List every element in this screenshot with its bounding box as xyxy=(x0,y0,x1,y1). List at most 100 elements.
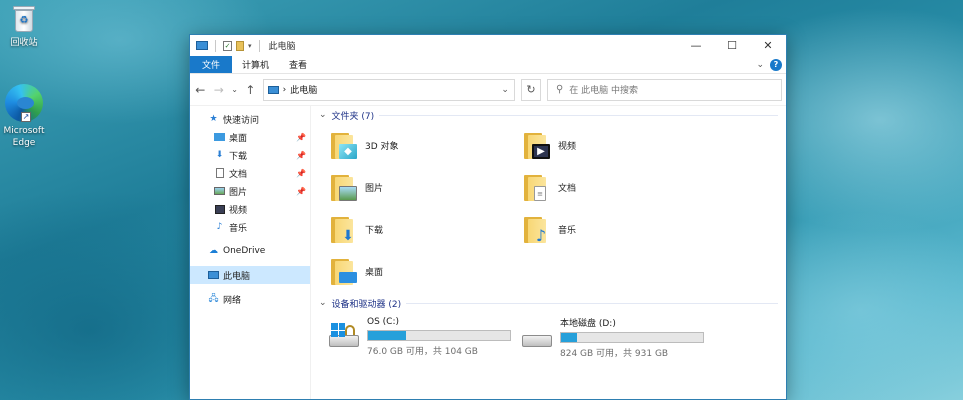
drive-size-text: 824 GB 可用，共 931 GB xyxy=(560,348,669,359)
drive-size-text: 76.0 GB 可用，共 104 GB xyxy=(367,347,478,357)
minimize-button[interactable]: — xyxy=(678,35,714,56)
explorer-window: ✓ ▾ 此电脑 — ☐ ✕ 文件 计算机 查看 ⌄ ? ← → ⌄ ↑ › 此电… xyxy=(189,34,787,400)
nav-item-documents[interactable]: 文档 📌 xyxy=(190,164,310,182)
folder-label: 视频 xyxy=(558,141,577,152)
window-title: 此电脑 xyxy=(268,42,296,52)
system-drive-icon xyxy=(329,323,361,351)
nav-label: 网络 xyxy=(223,295,242,306)
drive-label: 本地磁盘 (D:) xyxy=(560,318,616,329)
nav-quick-access[interactable]: ★ 快速访问 xyxy=(190,110,310,128)
tab-view[interactable]: 查看 xyxy=(279,56,317,73)
network-icon: 🖧 xyxy=(208,294,219,304)
nav-item-videos[interactable]: 视频 xyxy=(190,200,310,218)
drive-item-d[interactable]: 本地磁盘 (D:) 824 GB 可用，共 931 GB xyxy=(522,316,715,359)
folder-item-downloads[interactable]: ⬇ 下载 xyxy=(329,208,522,250)
pin-icon: 📌 xyxy=(296,186,306,196)
search-icon: ⚲ xyxy=(555,84,564,95)
nav-item-desktop[interactable]: 桌面 📌 xyxy=(190,128,310,146)
folder-item-music[interactable]: ♪ 音乐 xyxy=(522,208,715,250)
title-bar[interactable]: ✓ ▾ 此电脑 — ☐ ✕ xyxy=(190,35,786,56)
nav-network[interactable]: 🖧 网络 xyxy=(190,290,310,308)
tab-computer[interactable]: 计算机 xyxy=(232,56,279,73)
folder-item-pictures[interactable]: 图片 xyxy=(329,166,522,208)
drive-usage-fill xyxy=(561,332,577,342)
pc-icon xyxy=(196,41,208,50)
shortcut-arrow-icon: ↗ xyxy=(21,112,31,122)
folder-item-desktop[interactable]: 桌面 xyxy=(329,250,522,292)
maximize-button[interactable]: ☐ xyxy=(714,35,750,56)
document-icon xyxy=(214,168,225,179)
desktop-icon xyxy=(214,132,225,143)
refresh-button[interactable]: ↻ xyxy=(521,78,541,101)
collapse-chevron-icon: ⌄ xyxy=(319,298,327,308)
nav-this-pc[interactable]: 此电脑 xyxy=(190,266,310,284)
drive-usage-fill xyxy=(368,331,407,340)
folders-grid: ◆ 3D 对象 ▶ 视频 图片 ≡ 文档 ⬇ 下载 ♪ 音乐 桌面 xyxy=(317,124,786,292)
folder-label: 音乐 xyxy=(558,225,577,236)
quick-access-toolbar: ✓ ▾ xyxy=(196,39,263,52)
desktop-icon-recycle-bin[interactable]: ♻ 回收站 xyxy=(0,4,59,49)
drive-label: OS (C:) xyxy=(367,317,399,327)
recent-locations-button[interactable]: ⌄ xyxy=(231,85,238,94)
folder-label: 下载 xyxy=(365,225,384,236)
search-input[interactable]: ⚲ 在 此电脑 中搜索 xyxy=(546,78,782,101)
collapse-chevron-icon: ⌄ xyxy=(319,110,327,120)
nav-label: 音乐 xyxy=(229,223,248,234)
navigation-pane: ★ 快速访问 桌面 📌 ⬇ 下载 📌 文档 📌 图片 📌 视频 ♪ 音乐 ☁ O… xyxy=(190,106,311,399)
folder-label: 图片 xyxy=(365,183,384,194)
desktop-folder-icon xyxy=(329,255,359,287)
picture-icon xyxy=(214,186,225,197)
hard-drive-icon xyxy=(522,323,554,351)
back-button[interactable]: ← xyxy=(194,83,207,97)
devices-group-header[interactable]: ⌄ 设备和驱动器 (2) xyxy=(317,294,786,312)
nav-label: 文档 xyxy=(229,169,248,180)
pin-icon: 📌 xyxy=(296,150,306,160)
window-controls: — ☐ ✕ xyxy=(678,35,786,56)
address-dropdown-icon[interactable]: ⌄ xyxy=(496,85,514,95)
ribbon-tabs: 文件 计算机 查看 ⌄ ? xyxy=(190,56,786,74)
nav-label: 此电脑 xyxy=(223,271,251,282)
drives-grid: OS (C:) 76.0 GB 可用，共 104 GB 本地磁盘 (D:) 82… xyxy=(317,316,786,359)
videos-folder-icon: ▶ xyxy=(522,129,552,161)
help-icon[interactable]: ? xyxy=(770,58,782,71)
desktop-icon-label: 回收站 xyxy=(10,38,38,48)
drive-item-c[interactable]: OS (C:) 76.0 GB 可用，共 104 GB xyxy=(329,316,522,358)
tab-file[interactable]: 文件 xyxy=(190,56,233,73)
pin-icon: 📌 xyxy=(296,168,306,178)
breadcrumb-separator: › xyxy=(282,84,287,95)
music-folder-icon: ♪ xyxy=(522,213,552,245)
video-icon xyxy=(214,204,225,215)
3d-objects-folder-icon: ◆ xyxy=(329,129,359,161)
group-title: 设备和驱动器 (2) xyxy=(331,299,402,310)
desktop-icon-edge[interactable]: ↗ Microsoft Edge xyxy=(0,84,59,149)
folder-label: 桌面 xyxy=(365,267,384,278)
folder-label: 文档 xyxy=(558,183,577,194)
nav-item-music[interactable]: ♪ 音乐 xyxy=(190,218,310,236)
drive-usage-bar xyxy=(560,331,704,343)
expand-ribbon-icon[interactable]: ⌄ xyxy=(756,60,764,70)
folders-group-header[interactable]: ⌄ 文件夹 (7) xyxy=(317,106,786,124)
folder-item-3d-objects[interactable]: ◆ 3D 对象 xyxy=(329,124,522,166)
folder-item-videos[interactable]: ▶ 视频 xyxy=(522,124,715,166)
nav-label: 桌面 xyxy=(229,133,248,144)
address-bar[interactable]: › 此电脑 ⌄ xyxy=(262,78,516,101)
forward-button[interactable]: → xyxy=(213,83,226,97)
close-button[interactable]: ✕ xyxy=(750,35,786,56)
star-icon: ★ xyxy=(209,114,218,124)
nav-item-pictures[interactable]: 图片 📌 xyxy=(190,182,310,200)
nav-onedrive[interactable]: ☁ OneDrive xyxy=(190,242,310,260)
breadcrumb-this-pc[interactable]: 此电脑 xyxy=(290,83,317,96)
properties-icon[interactable]: ✓ xyxy=(223,40,232,51)
new-folder-icon[interactable] xyxy=(236,40,244,51)
folder-label: 3D 对象 xyxy=(365,141,399,152)
pin-icon: 📌 xyxy=(296,132,306,142)
nav-label: 下载 xyxy=(229,151,248,162)
nav-label: 视频 xyxy=(229,205,248,216)
address-row: ← → ⌄ ↑ › 此电脑 ⌄ ↻ ⚲ 在 此电脑 中搜索 xyxy=(190,74,786,106)
customize-quick-access-icon[interactable]: ▾ xyxy=(248,42,252,50)
folder-item-documents[interactable]: ≡ 文档 xyxy=(522,166,715,208)
drive-usage-bar xyxy=(367,330,511,341)
nav-item-downloads[interactable]: ⬇ 下载 📌 xyxy=(190,146,310,164)
up-button[interactable]: ↑ xyxy=(244,83,257,97)
nav-label: OneDrive xyxy=(223,246,266,256)
